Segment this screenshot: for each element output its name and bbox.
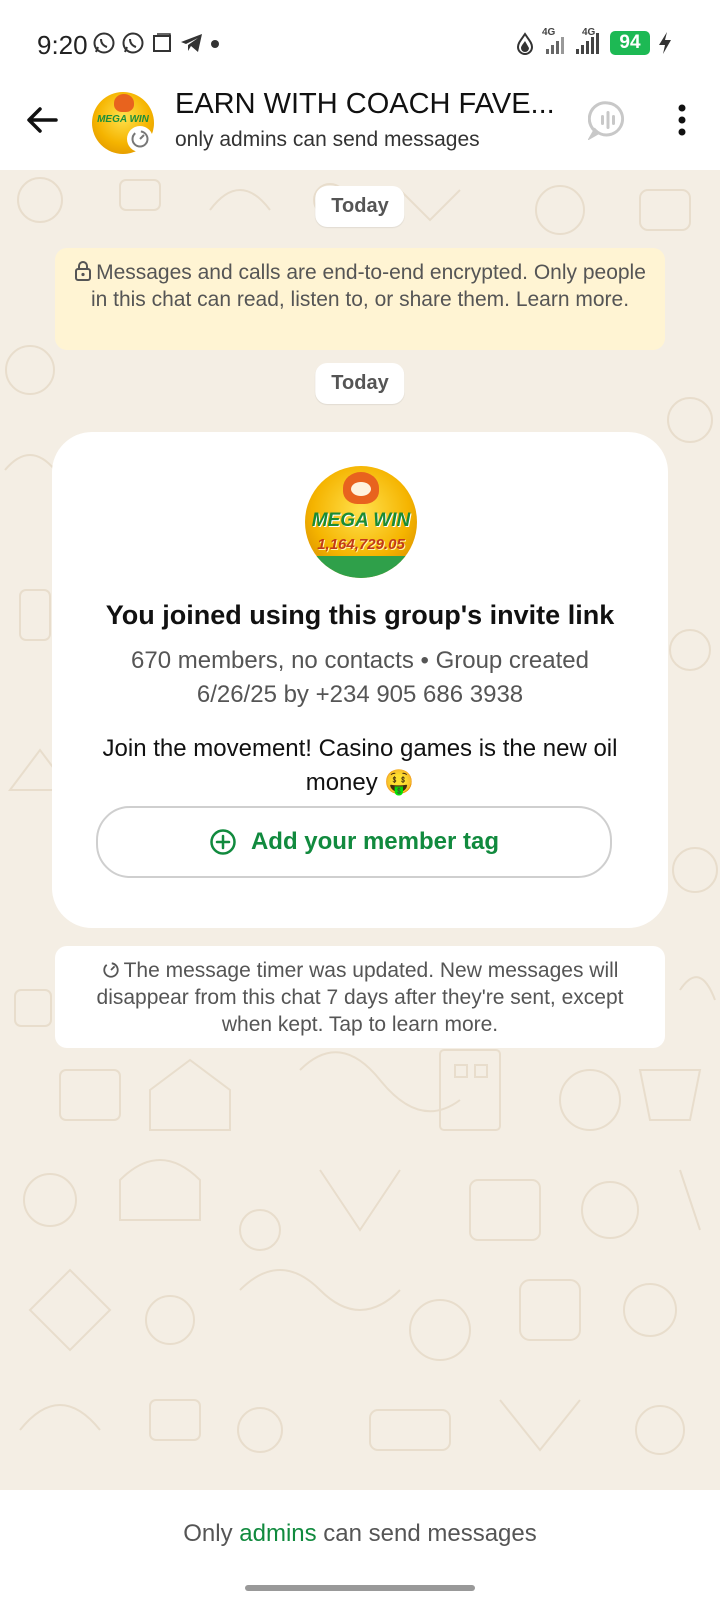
- home-indicator[interactable]: [245, 1585, 475, 1591]
- add-member-tag-button[interactable]: Add your member tag: [96, 806, 612, 878]
- signal-icon: [546, 37, 564, 54]
- encryption-notice-text: Messages and calls are end-to-end encryp…: [90, 261, 646, 311]
- footer-bar: Only admins can send messages: [0, 1490, 720, 1600]
- avatar-band: [305, 556, 417, 578]
- battery-indicator: 94: [610, 31, 650, 55]
- status-bar: 9:20 4G 4G 94: [0, 0, 720, 80]
- more-vert-icon[interactable]: [672, 102, 692, 138]
- group-info-card: MEGA WIN 1,164,729.05 You joined using t…: [52, 432, 668, 928]
- footer-text-before: Only: [183, 1520, 240, 1547]
- lock-icon: [75, 261, 92, 281]
- notification-icons: [92, 31, 220, 55]
- chat-header: MEGA WIN EARN WITH COACH FAVE... only ad…: [0, 80, 720, 170]
- avatar-text: MEGA WIN: [97, 114, 149, 125]
- group-profile-image[interactable]: MEGA WIN 1,164,729.05: [305, 466, 417, 578]
- group-name[interactable]: EARN WITH COACH FAVE...: [175, 88, 555, 121]
- chat-area[interactable]: Today Messages and calls are end-to-end …: [0, 170, 720, 1490]
- timer-icon: [102, 962, 119, 978]
- water-drop-icon: [516, 32, 534, 55]
- date-chip: Today: [315, 186, 405, 227]
- message-timer-text: The message timer was updated. New messa…: [96, 959, 624, 1036]
- invite-heading: You joined using this group's invite lin…: [105, 600, 615, 630]
- avatar-mascot: [343, 472, 379, 504]
- admins-only-notice: Only admins can send messages: [0, 1520, 720, 1548]
- network-signal-1: 4G: [542, 27, 568, 56]
- add-member-tag-label: Add your member tag: [250, 828, 500, 855]
- admins-link[interactable]: admins: [239, 1520, 316, 1547]
- whatsapp-icon: [122, 32, 144, 54]
- group-description: Join the movement! Casino games is the n…: [102, 735, 618, 796]
- back-arrow-icon[interactable]: [24, 102, 60, 138]
- whatsapp-icon: [93, 32, 115, 54]
- avatar-mascot: [114, 94, 134, 112]
- timer-icon: [131, 130, 149, 148]
- status-time: 9:20: [37, 30, 88, 60]
- encryption-notice[interactable]: Messages and calls are end-to-end encryp…: [55, 248, 665, 350]
- add-circle-icon: [210, 829, 236, 855]
- dot-icon: [211, 40, 219, 48]
- message-timer-notice[interactable]: The message timer was updated. New messa…: [55, 946, 665, 1048]
- avatar-number: 1,164,729.05: [317, 536, 405, 553]
- avatar-text: MEGA WIN: [311, 510, 411, 531]
- system-icons: 4G 4G 94: [516, 27, 672, 56]
- date-chip: Today: [315, 363, 405, 404]
- group-meta: 670 members, no contacts • Group created…: [131, 647, 589, 708]
- signal-icon: [576, 33, 599, 54]
- group-subtitle[interactable]: only admins can send messages: [175, 128, 480, 152]
- footer-text-after: can send messages: [316, 1520, 537, 1547]
- charging-bolt-icon: [659, 32, 671, 54]
- voice-chat-icon[interactable]: [588, 100, 628, 140]
- square-icon: [153, 33, 171, 52]
- disappearing-timer-badge: [127, 126, 153, 152]
- telegram-icon: [181, 34, 202, 52]
- network-signal-2: 4G: [576, 27, 602, 56]
